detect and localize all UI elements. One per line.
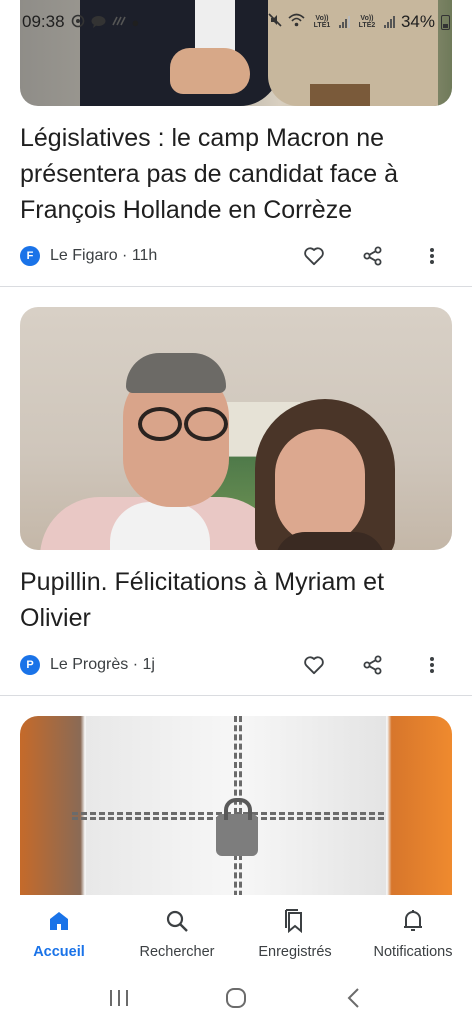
mute-icon	[268, 12, 282, 32]
source-logo: F	[20, 246, 40, 266]
home-icon	[48, 907, 70, 935]
share-icon	[363, 246, 382, 266]
bottom-navigation: Accueil Rechercher Enregistrés Notificat…	[0, 895, 472, 971]
photo-hand	[170, 48, 250, 94]
heart-icon	[304, 247, 324, 266]
status-bar: 09:38 ● Vo)) LTE1 Vo)) LTE2 34%	[0, 0, 472, 44]
notification-dot-icon: ●	[131, 14, 140, 30]
whatsapp-icon	[71, 14, 85, 30]
wifi-calling-icon	[111, 15, 126, 29]
bell-icon	[402, 907, 424, 935]
nav-label-saved: Enregistrés	[258, 944, 332, 960]
photo-glasses	[132, 407, 228, 441]
article-image-2[interactable]	[20, 307, 452, 550]
nav-item-notifications[interactable]: Notifications	[354, 895, 472, 971]
photo-man-hair	[126, 353, 226, 393]
battery-icon	[441, 14, 450, 30]
more-vert-icon	[430, 248, 434, 264]
share-button[interactable]	[353, 241, 393, 271]
article-actions	[275, 241, 452, 271]
source-name[interactable]: Le Progrès · 1j	[50, 656, 155, 674]
status-right: Vo)) LTE1 Vo)) LTE2 34%	[268, 12, 450, 32]
divider	[0, 286, 472, 287]
status-left: 09:38 ●	[22, 12, 139, 32]
status-time: 09:38	[22, 12, 65, 31]
heart-icon	[304, 656, 324, 675]
article-headline[interactable]: Pupillin. Félicitations à Myriam et Oliv…	[20, 564, 452, 636]
article-source-row: P Le Progrès · 1j	[20, 650, 452, 680]
home-system-button[interactable]	[216, 978, 256, 1018]
system-navigation-bar	[0, 971, 472, 1024]
like-button[interactable]	[294, 650, 334, 680]
share-button[interactable]	[353, 650, 393, 680]
nav-label-search: Rechercher	[139, 944, 215, 960]
recent-apps-button[interactable]	[99, 978, 139, 1018]
more-options-button[interactable]	[412, 650, 452, 680]
search-icon	[165, 907, 189, 935]
article-headline[interactable]: Législatives : le camp Macron ne présent…	[20, 120, 452, 228]
saved-icon	[284, 907, 306, 935]
photo-folder	[310, 84, 370, 106]
wifi-icon	[288, 12, 305, 32]
more-options-button[interactable]	[412, 241, 452, 271]
home-circle-icon	[225, 987, 246, 1008]
back-chevron-icon	[347, 987, 360, 1008]
source-logo: P	[20, 655, 40, 675]
article-image-3[interactable]	[20, 716, 452, 916]
more-vert-icon	[430, 657, 434, 673]
battery-percent: 34%	[400, 12, 435, 31]
nav-label-home: Accueil	[33, 944, 85, 960]
back-button[interactable]	[333, 978, 373, 1018]
source-name[interactable]: Le Figaro · 11h	[50, 247, 157, 265]
recent-apps-icon	[109, 989, 128, 1006]
photo-padlock	[216, 798, 258, 856]
photo-woman-face	[275, 429, 365, 544]
volte1-label: Vo)) LTE1	[313, 15, 331, 29]
volte2-label: Vo)) LTE2	[358, 15, 376, 29]
article-source-row: F Le Figaro · 11h	[20, 241, 452, 271]
signal2-icon	[383, 16, 395, 28]
like-button[interactable]	[294, 241, 334, 271]
photo-woman-top	[275, 532, 385, 550]
divider	[0, 695, 472, 696]
nav-label-notifications: Notifications	[373, 944, 453, 960]
article-actions	[275, 650, 452, 680]
messenger-icon	[91, 15, 106, 30]
nav-item-search[interactable]: Rechercher	[118, 895, 236, 971]
nav-item-saved[interactable]: Enregistrés	[236, 895, 354, 971]
signal1-icon	[338, 16, 350, 28]
nav-item-home[interactable]: Accueil	[0, 895, 118, 971]
share-icon	[363, 655, 382, 675]
